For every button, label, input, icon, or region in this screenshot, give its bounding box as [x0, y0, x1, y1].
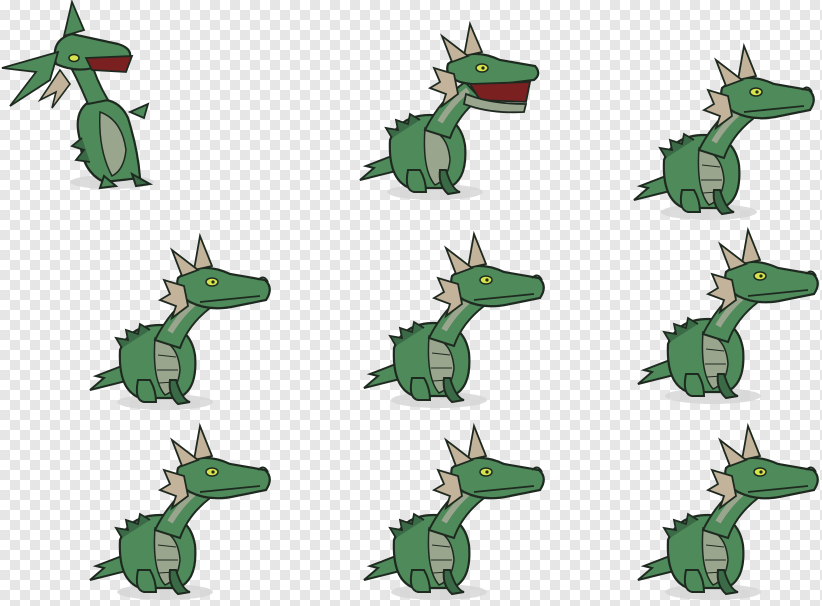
- dragon-frame-2: [360, 24, 538, 200]
- dragon-frame-9: [638, 426, 818, 600]
- dragon-frame-1: [0, 0, 156, 191]
- dragon-frame-3: [634, 46, 814, 220]
- dragon-frame-6: [638, 230, 818, 404]
- dragon-frame-8: [364, 426, 544, 600]
- sprite-sheet: [0, 0, 822, 606]
- dragon-frame-5: [364, 234, 544, 408]
- dragon-frame-7: [90, 426, 270, 600]
- dragon-frame-4: [90, 236, 270, 410]
